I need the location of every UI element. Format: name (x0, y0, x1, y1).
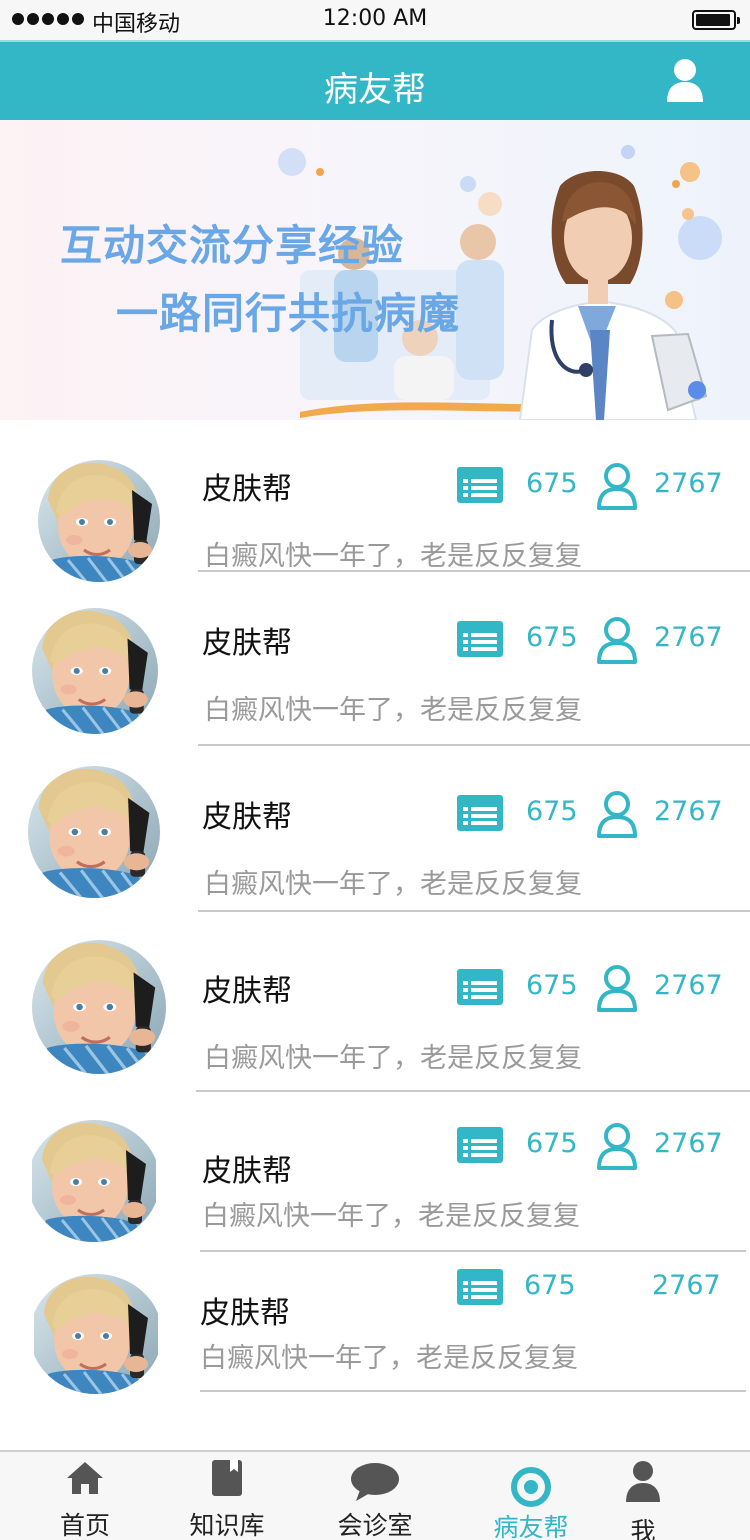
group-avatar (28, 1120, 160, 1242)
posts-list-icon (457, 1269, 503, 1305)
battery-icon (692, 10, 740, 30)
posts-count: 675 (526, 468, 578, 499)
tab-consultation-room[interactable]: 会诊室 (310, 1452, 440, 1540)
signal-strength-icon (12, 13, 84, 25)
group-name: 皮肤帮 (200, 1296, 290, 1331)
group-avatar (28, 766, 160, 898)
tab-label: 首页 (59, 1511, 110, 1540)
posts-count: 675 (526, 622, 578, 653)
posts-count: 675 (524, 1270, 576, 1301)
members-count: 2767 (654, 622, 723, 653)
group-list-item[interactable]: 皮肤帮 675 2767 白癜风快一年了，老是反反复复 (0, 1252, 750, 1394)
tab-label: 知识库 (189, 1511, 265, 1540)
group-list-item[interactable]: 皮肤帮 675 2767 白癜风快一年了，老是反反复复 (0, 912, 750, 1092)
members-count: 2767 (654, 1128, 723, 1159)
home-icon (67, 1462, 103, 1494)
nav-bar: 病友帮 (0, 40, 750, 120)
status-bar: 中国移动 12:00 AM (0, 0, 750, 40)
group-name: 皮肤帮 (202, 1154, 292, 1189)
members-icon (597, 463, 637, 510)
bottom-tab-bar: 首页 知识库 会诊室 病友帮 我 (0, 1450, 750, 1540)
target-icon (511, 1467, 551, 1507)
banner-subheadline: 一路同行共抗病魔 (116, 289, 461, 338)
user-icon (626, 1461, 660, 1502)
user-icon[interactable] (666, 58, 704, 102)
latest-post-preview: 白癜风快一年了，老是反反复复 (204, 695, 582, 726)
tab-me[interactable]: 我 (578, 1452, 708, 1540)
posts-list-icon (457, 467, 503, 503)
group-name: 皮肤帮 (202, 626, 292, 661)
tab-label: 会诊室 (337, 1511, 413, 1540)
group-list-item[interactable]: 皮肤帮 675 2767 白癜风快一年了，老是反反复复 (0, 572, 750, 746)
group-name: 皮肤帮 (202, 472, 292, 507)
members-count: 2767 (652, 1270, 721, 1301)
members-icon (597, 965, 637, 1012)
posts-list-icon (457, 621, 503, 657)
carrier-name: 中国移动 (92, 12, 181, 37)
latest-post-preview: 白癜风快一年了，老是反反复复 (204, 541, 582, 572)
members-count: 2767 (654, 468, 723, 499)
posts-count: 675 (526, 796, 578, 827)
members-count: 2767 (654, 796, 723, 827)
tab-patient-groups[interactable]: 病友帮 (466, 1452, 596, 1540)
posts-list-icon (457, 1127, 503, 1163)
promo-banner[interactable]: 互动交流分享经验 一路同行共抗病魔 (0, 120, 750, 420)
banner-headline: 互动交流分享经验 (60, 221, 405, 270)
latest-post-preview: 白癜风快一年了，老是反反复复 (200, 1343, 578, 1374)
members-icon (597, 791, 637, 838)
posts-list-icon (457, 795, 503, 831)
group-name: 皮肤帮 (202, 800, 292, 835)
group-name: 皮肤帮 (202, 974, 292, 1009)
group-avatar (32, 940, 166, 1074)
posts-count: 675 (526, 970, 578, 1001)
tab-knowledge-base[interactable]: 知识库 (162, 1452, 292, 1540)
tab-label: 病友帮 (493, 1513, 569, 1540)
group-list-item[interactable]: 皮肤帮 675 2767 白癜风快一年了，老是反反复复 (0, 746, 750, 912)
group-list-item[interactable]: 皮肤帮 675 2767 白癜风快一年了，老是反反复复 (0, 420, 750, 582)
tab-label: 我 (630, 1517, 656, 1540)
latest-post-preview: 白癜风快一年了，老是反反复复 (202, 1201, 580, 1232)
divider (200, 1390, 746, 1392)
chat-bubble-icon (351, 1463, 399, 1501)
page-title: 病友帮 (324, 70, 426, 110)
tab-home[interactable]: 首页 (20, 1452, 150, 1540)
group-avatar (38, 460, 160, 582)
latest-post-preview: 白癜风快一年了，老是反反复复 (204, 869, 582, 900)
book-icon (212, 1460, 242, 1496)
posts-list-icon (457, 969, 503, 1005)
carousel-indicator[interactable] (688, 381, 706, 399)
members-icon (597, 1123, 637, 1170)
group-avatar (30, 1274, 162, 1394)
group-avatar (32, 608, 158, 734)
posts-count: 675 (526, 1128, 578, 1159)
members-icon (597, 617, 637, 664)
latest-post-preview: 白癜风快一年了，老是反反复复 (204, 1043, 582, 1074)
members-count: 2767 (654, 970, 723, 1001)
group-list-item[interactable]: 皮肤帮 675 2767 白癜风快一年了，老是反反复复 (0, 1092, 750, 1252)
